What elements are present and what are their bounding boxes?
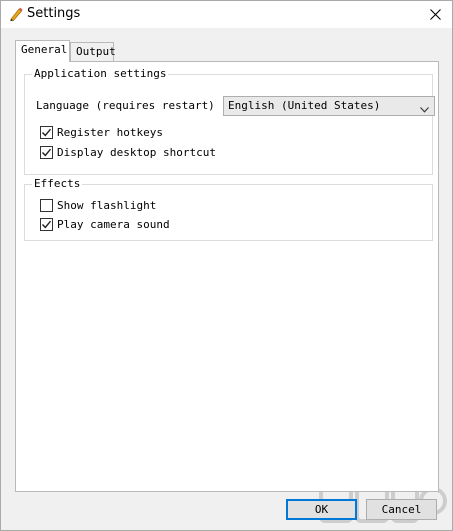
general-tab-panel: Application settings Language (requires … [15,61,439,492]
desktop-shortcut-option[interactable]: Display desktop shortcut [40,145,216,159]
application-settings-group: Application settings Language (requires … [24,67,435,175]
desktop-shortcut-checkbox[interactable] [40,145,53,159]
show-flashlight-label: Show flashlight [57,198,157,212]
effects-group: Effects Show flashlight Play camera soun… [24,177,433,241]
window-title: Settings [27,6,81,21]
register-hotkeys-option[interactable]: Register hotkeys [40,125,163,139]
register-hotkeys-label: Register hotkeys [57,125,163,139]
close-icon [429,9,441,20]
cancel-button-label: Cancel [381,503,422,516]
tab-general[interactable]: General [15,40,70,62]
cancel-button[interactable]: Cancel [366,499,437,520]
tab-output-label: Output [76,45,116,58]
checkmark-icon [41,128,52,136]
language-select-value: English (United States) [228,99,381,112]
play-camera-sound-label: Play camera sound [57,217,170,231]
ok-button-label: OK [314,503,329,516]
application-settings-title: Application settings [32,67,169,80]
language-select[interactable]: English (United States) [223,96,435,116]
close-button[interactable] [418,1,452,28]
show-flashlight-option[interactable]: Show flashlight [40,198,156,212]
register-hotkeys-checkbox[interactable] [40,125,53,139]
checkmark-icon [41,148,52,156]
chevron-down-icon [420,103,429,116]
show-flashlight-checkbox[interactable] [40,198,53,212]
language-label: Language (requires restart) [36,99,215,112]
play-camera-sound-option[interactable]: Play camera sound [40,217,170,231]
tab-output[interactable]: Output [70,42,116,61]
ok-button[interactable]: OK [286,499,357,520]
settings-window: Settings General Output Application sett… [0,0,453,531]
pencil-icon [8,6,24,22]
title-bar: Settings [1,1,452,28]
desktop-shortcut-label: Display desktop shortcut [57,145,216,159]
checkmark-icon [41,220,52,228]
play-camera-sound-checkbox[interactable] [40,217,53,231]
effects-title: Effects [32,177,83,190]
tab-general-label: General [21,43,68,56]
